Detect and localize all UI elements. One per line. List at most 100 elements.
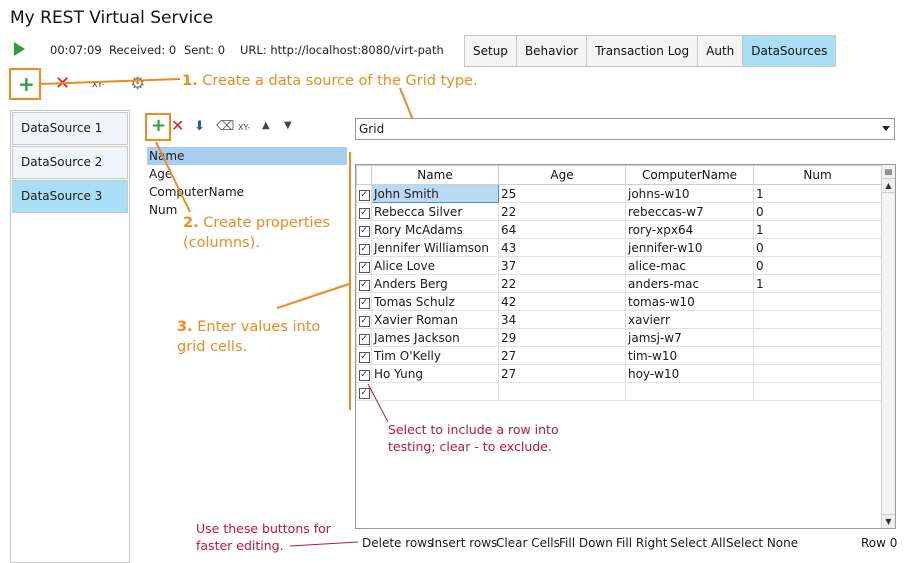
- grid-cell-num[interactable]: [753, 292, 882, 311]
- grid-cell-num[interactable]: [753, 328, 882, 347]
- table-row[interactable]: ✓ Ho Yung 27 hoy-w10: [356, 364, 882, 383]
- row-include-checkbox[interactable]: ✓: [356, 184, 372, 203]
- grid-cell-age[interactable]: 27: [498, 346, 626, 365]
- tab-auth[interactable]: Auth: [698, 36, 744, 66]
- checkbox-icon[interactable]: ✓: [358, 298, 370, 309]
- row-include-checkbox[interactable]: ✓: [356, 364, 372, 383]
- grid-cell-age[interactable]: 64: [498, 220, 626, 239]
- grid-cell-num[interactable]: 1: [753, 274, 882, 293]
- add-property-button[interactable]: +: [145, 113, 171, 141]
- table-row[interactable]: ✓ Tomas Schulz 42 tomas-w10: [356, 292, 882, 311]
- row-include-checkbox[interactable]: ✓: [356, 220, 372, 239]
- grid-scrollbar[interactable]: ▤ ▲ ▼: [881, 165, 895, 528]
- row-include-checkbox[interactable]: ✓: [356, 274, 372, 293]
- grid-header-num[interactable]: Num: [753, 165, 882, 185]
- grid-cell-age[interactable]: 42: [498, 292, 626, 311]
- table-row[interactable]: ✓ Jennifer Williamson 43 jennifer-w10 0: [356, 238, 882, 257]
- grid-cell-age[interactable]: 25: [498, 184, 626, 203]
- row-include-checkbox[interactable]: ✓: [356, 292, 372, 311]
- rename-property-icon[interactable]: XY-: [238, 123, 250, 132]
- table-row[interactable]: ✓ James Jackson 29 jamsj-w7: [356, 328, 882, 347]
- grid-cell-computername[interactable]: xavierr: [625, 310, 754, 329]
- grid-cell-age[interactable]: 34: [498, 310, 626, 329]
- row-include-checkbox[interactable]: ✓: [356, 346, 372, 365]
- grid-cell-computername[interactable]: tim-w10: [625, 346, 754, 365]
- table-row[interactable]: ✓ John Smith 25 johns-w10 1: [356, 184, 882, 203]
- grid-cell-computername[interactable]: rebeccas-w7: [625, 202, 754, 221]
- row-include-checkbox[interactable]: ✓: [356, 256, 372, 275]
- datasource-item[interactable]: DataSource 3: [12, 180, 128, 213]
- grid-cell-num[interactable]: 0: [753, 238, 882, 257]
- scroll-down-icon[interactable]: ▼: [882, 514, 895, 528]
- datasource-item[interactable]: DataSource 1: [12, 112, 128, 145]
- tab-datasources[interactable]: DataSources: [743, 36, 836, 66]
- grid-cell-computername[interactable]: rory-xpx64: [625, 220, 754, 239]
- grid-cell-name[interactable]: Rebecca Silver: [371, 202, 499, 221]
- scroll-up-icon[interactable]: ▲: [882, 179, 895, 193]
- table-row[interactable]: ✓: [356, 382, 882, 401]
- delete-property-icon[interactable]: ✕: [171, 118, 184, 134]
- import-icon[interactable]: ⬇: [194, 119, 205, 134]
- grid-cell-num[interactable]: [753, 346, 882, 365]
- checkbox-icon[interactable]: ✓: [358, 262, 370, 273]
- grid-header-age[interactable]: Age: [498, 165, 626, 185]
- datasource-item[interactable]: DataSource 2: [12, 146, 128, 179]
- add-datasource-button[interactable]: +: [9, 68, 41, 100]
- play-icon[interactable]: [14, 42, 25, 56]
- grid-cell-computername[interactable]: tomas-w10: [625, 292, 754, 311]
- grid-cell-age[interactable]: [498, 382, 626, 401]
- eraser-icon[interactable]: ⌫: [216, 119, 234, 134]
- tab-behavior[interactable]: Behavior: [517, 36, 588, 66]
- table-row[interactable]: ✓ Rory McAdams 64 rory-xpx64 1: [356, 220, 882, 239]
- tab-setup[interactable]: Setup: [465, 36, 517, 66]
- move-up-icon[interactable]: ▲: [262, 120, 270, 131]
- grid-cell-computername[interactable]: jamsj-w7: [625, 328, 754, 347]
- grid-header-name[interactable]: Name: [371, 165, 499, 185]
- grid-cell-name[interactable]: Jennifer Williamson: [371, 238, 499, 257]
- checkbox-icon[interactable]: ✓: [358, 280, 370, 291]
- grid-header-computername[interactable]: ComputerName: [625, 165, 754, 185]
- checkbox-icon[interactable]: ✓: [358, 226, 370, 237]
- grid-cell-computername[interactable]: hoy-w10: [625, 364, 754, 383]
- grid-cell-age[interactable]: 43: [498, 238, 626, 257]
- grid-cell-age[interactable]: 37: [498, 256, 626, 275]
- checkbox-icon[interactable]: ✓: [358, 316, 370, 327]
- row-include-checkbox[interactable]: ✓: [356, 238, 372, 257]
- grid-cell-age[interactable]: 27: [498, 364, 626, 383]
- grid-cell-num[interactable]: 1: [753, 220, 882, 239]
- table-row[interactable]: ✓ Rebecca Silver 22 rebeccas-w7 0: [356, 202, 882, 221]
- select-none-button[interactable]: Select None: [726, 536, 798, 550]
- checkbox-icon[interactable]: ✓: [358, 190, 370, 201]
- checkbox-icon[interactable]: ✓: [358, 334, 370, 345]
- grid-cell-computername[interactable]: [625, 382, 754, 401]
- checkbox-icon[interactable]: ✓: [358, 370, 370, 381]
- grid-cell-computername[interactable]: johns-w10: [625, 184, 754, 203]
- grid-cell-num[interactable]: [753, 364, 882, 383]
- grid-cell-name[interactable]: Anders Berg: [371, 274, 499, 293]
- table-row[interactable]: ✓ Anders Berg 22 anders-mac 1: [356, 274, 882, 293]
- row-include-checkbox[interactable]: ✓: [356, 202, 372, 221]
- table-row[interactable]: ✓ Alice Love 37 alice-mac 0: [356, 256, 882, 275]
- checkbox-icon[interactable]: ✓: [358, 208, 370, 219]
- fill-down-button[interactable]: Fill Down: [559, 536, 613, 550]
- tab-transaction-log[interactable]: Transaction Log: [587, 36, 699, 66]
- grid-cell-name[interactable]: James Jackson: [371, 328, 499, 347]
- row-include-checkbox[interactable]: ✓: [356, 310, 372, 329]
- grid-cell-num[interactable]: 0: [753, 202, 882, 221]
- fill-right-button[interactable]: Fill Right: [616, 536, 667, 550]
- grid-cell-name[interactable]: Rory McAdams: [371, 220, 499, 239]
- clear-cells-button[interactable]: Clear Cells: [496, 536, 560, 550]
- checkbox-icon[interactable]: ✓: [358, 244, 370, 255]
- grid-cell-age[interactable]: 22: [498, 202, 626, 221]
- grid-cell-name[interactable]: Alice Love: [371, 256, 499, 275]
- grid-cell-name[interactable]: Tomas Schulz: [371, 292, 499, 311]
- checkbox-icon[interactable]: ✓: [358, 352, 370, 363]
- insert-rows-button[interactable]: Insert rows: [431, 536, 497, 550]
- column-chooser-icon[interactable]: ▤: [882, 165, 895, 179]
- grid-cell-computername[interactable]: anders-mac: [625, 274, 754, 293]
- source-type-select[interactable]: Grid: [355, 118, 895, 140]
- grid-cell-computername[interactable]: alice-mac: [625, 256, 754, 275]
- grid-cell-name[interactable]: Ho Yung: [371, 364, 499, 383]
- grid-cell-num[interactable]: [753, 382, 882, 401]
- grid-cell-name[interactable]: Tim O'Kelly: [371, 346, 499, 365]
